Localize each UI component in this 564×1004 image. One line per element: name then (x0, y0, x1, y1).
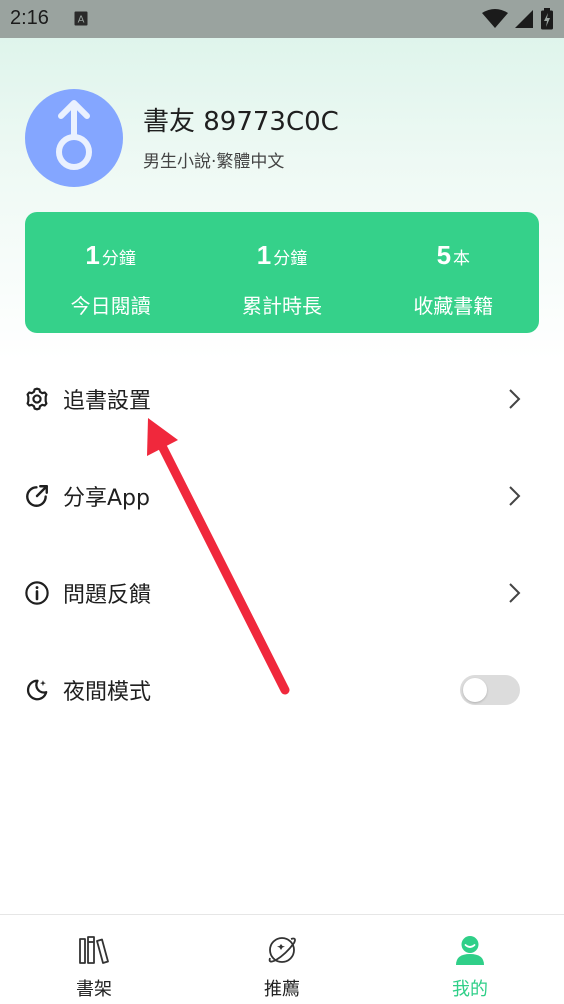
menu-label: 問題反饋 (63, 583, 152, 608)
chevron-right-icon (506, 388, 522, 410)
stat-value: 1 (85, 240, 100, 270)
bottom-navigation: 書架 推薦 我的 (0, 914, 564, 1004)
moon-icon (24, 677, 50, 703)
toggle-knob (463, 678, 487, 702)
stat-total-time: 1 分鐘 累計時長 (196, 212, 367, 333)
nav-tab-recommend[interactable]: 推薦 (222, 915, 342, 1004)
stat-label: 收藏書籍 (413, 294, 494, 318)
stat-label: 累計時長 (241, 294, 322, 318)
menu-label: 分享App (63, 486, 150, 511)
stat-unit: 分鐘 (273, 249, 308, 269)
menu-label: 追書設置 (63, 389, 152, 414)
avatar[interactable] (25, 89, 123, 187)
menu-label: 夜間模式 (63, 680, 152, 705)
night-mode-toggle[interactable] (460, 675, 520, 705)
share-icon (24, 483, 50, 509)
status-bar: 2:16 A (0, 0, 564, 38)
stat-today-reading: 1 分鐘 今日閱讀 (25, 212, 196, 333)
nav-tab-bookshelf[interactable]: 書架 (34, 915, 154, 1004)
male-gender-icon (49, 96, 99, 180)
status-time: 2:16 (10, 7, 49, 29)
nav-label: 我的 (452, 979, 488, 1000)
menu-item-night-mode: 夜間模式 (0, 660, 564, 720)
username: 書友 89773C0C (143, 107, 339, 137)
battery-icon (540, 8, 554, 34)
stat-unit: 分鐘 (101, 249, 136, 269)
user-preference: 男生小說·繁體中文 (143, 152, 285, 172)
nav-label: 書架 (76, 979, 112, 1000)
planet-icon (265, 933, 299, 967)
stat-value: 5 (436, 240, 452, 270)
status-icons (482, 8, 554, 34)
nav-tab-mine[interactable]: 我的 (410, 915, 530, 1004)
stat-unit: 本 (453, 249, 471, 269)
gear-icon (24, 386, 50, 412)
menu-item-share[interactable]: 分享App (0, 466, 564, 526)
nav-label: 推薦 (264, 979, 300, 1000)
stat-label: 今日閱讀 (70, 294, 151, 318)
stat-value: 1 (256, 240, 272, 270)
notification-icon: A (74, 11, 88, 26)
svg-text:A: A (78, 15, 85, 26)
signal-icon (514, 9, 534, 33)
chevron-right-icon (506, 582, 522, 604)
menu-item-settings[interactable]: 追書設置 (0, 369, 564, 429)
profile-section[interactable]: 書友 89773C0C 男生小說·繁體中文 (25, 89, 545, 189)
stat-saved-books: 5本 收藏書籍 (368, 212, 539, 333)
bookshelf-icon (77, 933, 111, 967)
reading-stats-card: 1 分鐘 今日閱讀 1 分鐘 累計時長 5本 收藏書籍 (25, 212, 539, 333)
info-icon (24, 580, 50, 606)
menu-item-feedback[interactable]: 問題反饋 (0, 563, 564, 623)
chevron-right-icon (506, 485, 522, 507)
wifi-icon (482, 9, 508, 33)
user-icon (453, 933, 487, 967)
